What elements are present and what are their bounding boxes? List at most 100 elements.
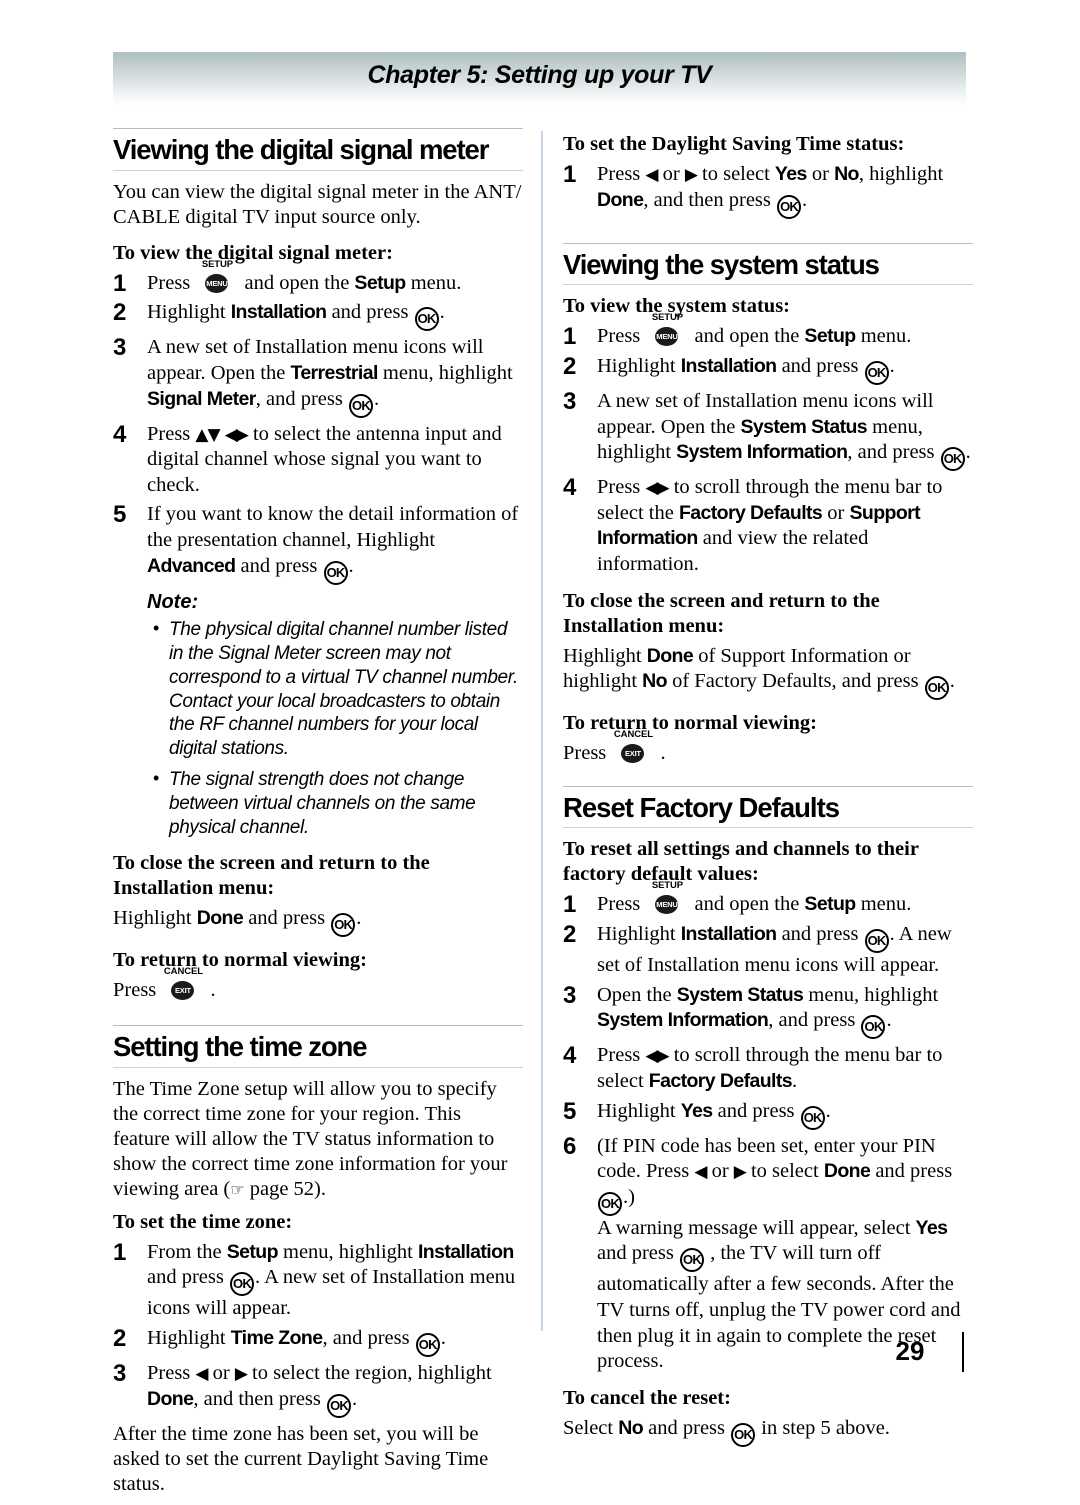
step-item: 1 Press ◀ or ▶ to select Yes or No, high… bbox=[563, 161, 973, 219]
step-text: Press ▲▼ ◀▶ to select the antenna input … bbox=[147, 422, 502, 496]
subheading-close-screen-return-installation: To close the screen and return to the In… bbox=[563, 589, 880, 637]
ok-key-icon: OK bbox=[327, 1393, 352, 1418]
right-column: To set the Daylight Saving Time status: … bbox=[563, 128, 973, 1455]
step-item: 4 Press ◀▶ to scroll through the menu ba… bbox=[563, 1042, 973, 1094]
ok-key-icon: OK bbox=[323, 560, 348, 585]
step-text: A new set of Installation menu icons wil… bbox=[597, 390, 971, 472]
step-item: 2 Highlight Installation and press OK. A… bbox=[563, 921, 973, 979]
ok-key-icon: OK bbox=[679, 1248, 704, 1273]
step-item: 1 Press SETUP MENU and open the Setup men… bbox=[563, 880, 973, 919]
step-text: Press ◀ or ▶ to select Yes or No, highli… bbox=[597, 163, 943, 219]
arrow-left-icon: ◀ bbox=[645, 1046, 658, 1067]
arrow-left-icon: ◀ bbox=[645, 165, 658, 185]
cancel-exit-key-icon: CANCEL EXIT bbox=[163, 967, 203, 1002]
column-divider bbox=[541, 131, 543, 1331]
step-text: Press SETUP MENU and open the Setup menu. bbox=[597, 880, 912, 916]
chapter-header-bar: Chapter 5: Setting up your TV bbox=[113, 52, 966, 107]
arrow-right-icon: ▶ bbox=[684, 165, 698, 185]
ok-key-icon: OK bbox=[229, 1272, 254, 1297]
step-item: 4 Press ▲▼ ◀▶ to select the antenna inpu… bbox=[113, 420, 523, 499]
note-item: The physical digital channel number list… bbox=[153, 617, 523, 762]
ok-key-icon: OK bbox=[598, 1191, 622, 1216]
arrow-left-icon: ◀ bbox=[224, 424, 238, 445]
step-text: Open the System Status menu, highlight S… bbox=[597, 984, 938, 1040]
step-item: 3 A new set of Installation menu icons w… bbox=[113, 334, 523, 418]
step-number: 5 bbox=[563, 1097, 577, 1125]
intro-paragraph-signal-meter: You can view the digital signal meter in… bbox=[113, 180, 522, 228]
page-number: 29 bbox=[895, 1336, 925, 1366]
step-number: 4 bbox=[113, 420, 127, 448]
subheading-close-screen-return-installation: To close the screen and return to the In… bbox=[113, 852, 430, 900]
pointing-hand-icon: ☞ bbox=[230, 1179, 245, 1199]
page-footer: 29 bbox=[0, 1332, 1080, 1396]
ok-key-icon: OK bbox=[940, 447, 965, 472]
step-text: Press ◀▶ to scroll through the menu bar … bbox=[597, 476, 943, 576]
section-heading-viewing-digital-signal-meter: Viewing the digital signal meter bbox=[113, 128, 523, 171]
subheading-daylight-saving-time-status: To set the Daylight Saving Time status: bbox=[563, 133, 905, 155]
close-screen-instruction: Highlight Done and press OK. bbox=[113, 906, 523, 938]
step-text: Press SETUP MENU and open the Setup menu. bbox=[597, 312, 912, 348]
subheading-to-view-system-status: To view the system status: bbox=[563, 295, 791, 318]
arrow-right-icon: ▶ bbox=[656, 1046, 670, 1067]
arrow-down-icon: ▼ bbox=[207, 424, 221, 445]
ok-key-icon: OK bbox=[924, 675, 949, 700]
step-text: From the Setup menu, highlight Installat… bbox=[147, 1240, 516, 1320]
arrow-right-icon: ▶ bbox=[733, 1162, 747, 1183]
step-item: 1 From the Setup menu, highlight Install… bbox=[113, 1238, 523, 1322]
step-item: 2 Highlight Installation and press OK. bbox=[563, 352, 973, 385]
step-number: 4 bbox=[563, 474, 577, 502]
step-item: 5 Highlight Yes and press OK. bbox=[563, 1097, 973, 1130]
close-screen-instruction: Highlight Done of Support Information or… bbox=[563, 644, 973, 700]
section-heading-setting-time-zone: Setting the time zone bbox=[113, 1025, 523, 1068]
arrow-right-icon: ▶ bbox=[235, 424, 249, 445]
step-number: 1 bbox=[113, 1238, 127, 1266]
step-number: 1 bbox=[563, 891, 577, 919]
subheading-to-view-digital-signal-meter: To view the digital signal meter: bbox=[113, 241, 393, 264]
time-zone-outro: After the time zone has been set, you wi… bbox=[113, 1422, 489, 1495]
section-heading-viewing-system-status: Viewing the system status bbox=[563, 242, 973, 286]
note-item: The signal strength does not change betw… bbox=[153, 767, 523, 840]
ok-key-icon: OK bbox=[800, 1105, 825, 1130]
ok-key-icon: OK bbox=[864, 360, 889, 385]
ok-key-icon: OK bbox=[864, 929, 889, 953]
step-number: 2 bbox=[563, 352, 577, 380]
step-text: Highlight Yes and press OK. bbox=[597, 1100, 831, 1130]
step-text: If you want to know the detail informati… bbox=[147, 503, 518, 585]
step-number: 1 bbox=[563, 323, 577, 351]
note-heading: Note: bbox=[147, 590, 199, 613]
step-number: 4 bbox=[563, 1042, 577, 1070]
arrow-up-icon: ▲ bbox=[195, 424, 208, 445]
step-number: 2 bbox=[563, 921, 577, 948]
setup-menu-key-icon: SETUP MENU bbox=[197, 259, 237, 295]
intro-paragraph-time-zone: The Time Zone setup will allow you to sp… bbox=[113, 1077, 508, 1200]
ok-key-icon: OK bbox=[348, 393, 373, 418]
footer-vertical-rule bbox=[962, 1332, 964, 1372]
arrow-left-icon: ◀ bbox=[645, 478, 658, 499]
step-text: Press ◀▶ to scroll through the menu bar … bbox=[597, 1044, 943, 1092]
step-item: 2 Highlight Installation and press OK. bbox=[113, 299, 523, 332]
ok-key-icon: OK bbox=[331, 913, 356, 938]
step-number: 5 bbox=[113, 501, 127, 529]
ok-key-icon: OK bbox=[731, 1422, 756, 1447]
setup-menu-key-icon: SETUP MENU bbox=[647, 313, 687, 348]
step-text: Highlight Installation and press OK. bbox=[597, 355, 895, 385]
step-item: 1 Press SETUP MENU and open the Setup men… bbox=[113, 258, 523, 297]
note-list: The physical digital channel number list… bbox=[147, 617, 523, 840]
left-column: Viewing the digital signal meter You can… bbox=[113, 128, 523, 1505]
step-item: 5 If you want to know the detail informa… bbox=[113, 501, 523, 585]
ok-key-icon: OK bbox=[777, 194, 802, 219]
step-number: 1 bbox=[113, 269, 127, 297]
step-text: Highlight Installation and press OK. bbox=[147, 301, 445, 332]
step-number: 3 bbox=[113, 334, 127, 362]
setup-menu-key-icon: SETUP MENU bbox=[647, 881, 687, 916]
step-item: 3 Open the System Status menu, highlight… bbox=[563, 981, 973, 1040]
chapter-title: Chapter 5: Setting up your TV bbox=[367, 61, 712, 89]
subheading-to-set-time-zone: To set the time zone: bbox=[113, 1210, 293, 1233]
arrow-right-icon: ▶ bbox=[656, 478, 670, 499]
step-number: 3 bbox=[563, 981, 577, 1009]
return-viewing-instruction: Press CANCEL EXIT . bbox=[113, 966, 216, 1002]
ok-key-icon: OK bbox=[414, 307, 439, 332]
step-number: 3 bbox=[563, 387, 577, 415]
arrow-left-icon: ◀ bbox=[694, 1162, 707, 1183]
step-text: Press SETUP MENU and open the Setup menu. bbox=[147, 258, 462, 295]
